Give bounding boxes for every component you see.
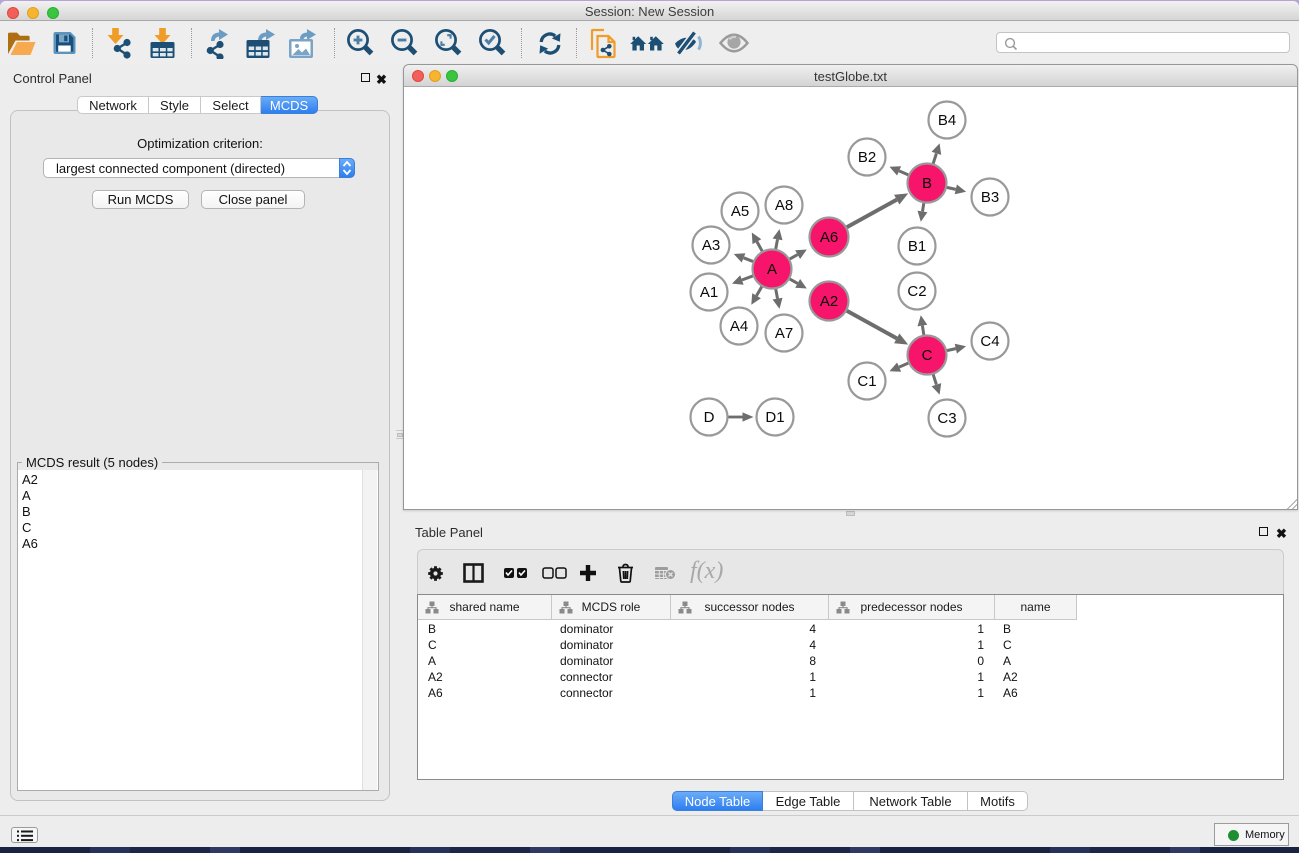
- svg-text:C: C: [922, 347, 933, 364]
- svg-text:B2: B2: [858, 149, 876, 166]
- svg-text:D: D: [704, 409, 715, 426]
- svg-text:A1: A1: [700, 284, 718, 301]
- svg-text:B3: B3: [981, 189, 999, 206]
- svg-text:B: B: [922, 175, 932, 192]
- svg-text:B4: B4: [938, 112, 956, 129]
- svg-text:B1: B1: [908, 238, 926, 255]
- svg-text:A4: A4: [730, 318, 748, 335]
- svg-text:A8: A8: [775, 197, 793, 214]
- svg-text:C4: C4: [980, 333, 999, 350]
- svg-text:A5: A5: [731, 203, 749, 220]
- svg-text:D1: D1: [765, 409, 784, 426]
- svg-text:A6: A6: [820, 229, 838, 246]
- svg-text:C2: C2: [907, 283, 926, 300]
- svg-text:A2: A2: [820, 293, 838, 310]
- svg-text:C1: C1: [857, 373, 876, 390]
- svg-text:C3: C3: [937, 410, 956, 427]
- svg-text:A3: A3: [702, 237, 720, 254]
- svg-text:A: A: [767, 261, 777, 278]
- svg-text:A7: A7: [775, 325, 793, 342]
